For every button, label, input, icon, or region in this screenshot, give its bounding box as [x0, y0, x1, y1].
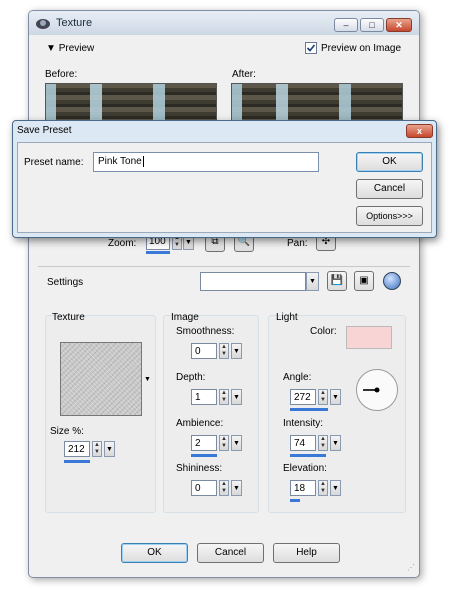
close-icon[interactable]: x [406, 124, 433, 138]
angle-level-bar [290, 408, 328, 411]
intensity-value: 74 [290, 435, 316, 451]
color-label: Color: [310, 326, 337, 337]
zoom-level-bar [146, 251, 170, 254]
checkbox-icon [306, 44, 316, 52]
ambience-level-bar [191, 454, 217, 457]
ambience-label: Ambience: [176, 418, 224, 429]
save-preset-icon[interactable]: 💾 [327, 271, 347, 291]
image-group-title: Image [171, 312, 199, 323]
angle-input[interactable]: 272 ▲ ▼ ▼ [290, 389, 344, 407]
shininess-label: Shininess: [176, 463, 223, 474]
delete-preset-icon[interactable]: ▣ [354, 271, 374, 291]
angle-dropdown[interactable]: ▼ [330, 389, 341, 405]
triangle-down-icon: ▼ [46, 43, 56, 54]
intensity-dropdown[interactable]: ▼ [330, 435, 341, 451]
size-value: 212 [64, 441, 90, 457]
size-level-bar [64, 460, 90, 463]
elevation-input[interactable]: 18 ▲ ▼ ▼ [290, 480, 344, 498]
help-button[interactable]: Help [273, 543, 340, 563]
smoothness-value: 0 [191, 343, 217, 359]
save-preset-title: Save Preset [17, 125, 72, 136]
zoom-label: Zoom: [108, 238, 137, 249]
angle-value: 272 [290, 389, 316, 405]
intensity-label: Intensity: [283, 418, 324, 429]
size-input[interactable]: 212 ▲ ▼ ▼ [64, 441, 118, 459]
texture-dropdown-arrow[interactable]: ▼ [144, 376, 151, 383]
ambience-spinner[interactable]: ▲ ▼ [219, 435, 229, 451]
elevation-value: 18 [290, 480, 316, 496]
smoothness-label: Smoothness: [176, 326, 235, 337]
elevation-label: Elevation: [283, 463, 327, 474]
reset-icon[interactable] [383, 272, 401, 290]
options-button[interactable]: Options>>> [356, 206, 423, 226]
depth-label: Depth: [176, 372, 206, 383]
smoothness-dropdown[interactable]: ▼ [231, 343, 242, 359]
ambience-value: 2 [191, 435, 217, 451]
elevation-level-bar [290, 499, 300, 502]
settings-separator [38, 266, 410, 267]
maximize-icon[interactable]: □ [360, 18, 384, 32]
smoothness-spinner[interactable]: ▲ ▼ [219, 343, 229, 359]
preview-on-image-label: Preview on Image [321, 43, 402, 54]
cancel-button[interactable]: Cancel [356, 179, 423, 199]
resize-grip-icon[interactable]: ⋰ [407, 563, 415, 572]
intensity-level-bar [290, 454, 326, 457]
depth-dropdown[interactable]: ▼ [231, 389, 242, 405]
depth-input[interactable]: 1 ▲ ▼ ▼ [191, 389, 245, 407]
window-title: Texture [56, 17, 93, 29]
depth-spinner[interactable]: ▲ ▼ [219, 389, 229, 405]
preview-on-image-checkbox[interactable] [305, 42, 317, 54]
settings-label: Settings [47, 277, 84, 288]
preview-toggle[interactable]: ▼ Preview [46, 43, 94, 54]
shininess-value: 0 [191, 480, 217, 496]
shininess-input[interactable]: 0 ▲ ▼ ▼ [191, 480, 245, 498]
elevation-spinner[interactable]: ▲ ▼ [318, 480, 328, 496]
angle-dial-icon[interactable] [355, 368, 399, 412]
smoothness-input[interactable]: 0 ▲ ▼ ▼ [191, 343, 245, 361]
minimize-icon[interactable]: – [334, 18, 358, 32]
app-icon [35, 16, 51, 30]
cancel-button[interactable]: Cancel [197, 543, 264, 563]
ambience-dropdown[interactable]: ▼ [231, 435, 242, 451]
light-group-title: Light [276, 312, 298, 323]
size-label: Size %: [50, 426, 84, 437]
size-spinner[interactable]: ▲ ▼ [92, 441, 102, 457]
before-label: Before: [45, 69, 78, 80]
angle-label: Angle: [283, 372, 312, 383]
ok-button[interactable]: OK [121, 543, 188, 563]
intensity-input[interactable]: 74 ▲ ▼ ▼ [290, 435, 344, 453]
preset-name-label: Preset name: [24, 157, 84, 168]
texture-group-title: Texture [52, 312, 85, 323]
pan-label: Pan: [287, 238, 308, 249]
ambience-input[interactable]: 2 ▲ ▼ ▼ [191, 435, 245, 453]
preset-name-input[interactable]: Pink Tone [93, 152, 319, 172]
settings-preset-select[interactable] [200, 272, 306, 291]
shininess-dropdown[interactable]: ▼ [231, 480, 242, 496]
texture-swatch[interactable] [60, 342, 142, 416]
depth-value: 1 [191, 389, 217, 405]
after-label: After: [232, 69, 256, 80]
elevation-dropdown[interactable]: ▼ [330, 480, 341, 496]
size-dropdown[interactable]: ▼ [104, 441, 115, 457]
close-icon[interactable]: ✕ [386, 18, 412, 32]
ok-button[interactable]: OK [356, 152, 423, 172]
intensity-spinner[interactable]: ▲ ▼ [318, 435, 328, 451]
angle-spinner[interactable]: ▲ ▼ [318, 389, 328, 405]
shininess-spinner[interactable]: ▲ ▼ [219, 480, 229, 496]
light-color-swatch[interactable] [346, 326, 392, 349]
settings-dropdown-arrow[interactable]: ▼ [306, 272, 319, 291]
